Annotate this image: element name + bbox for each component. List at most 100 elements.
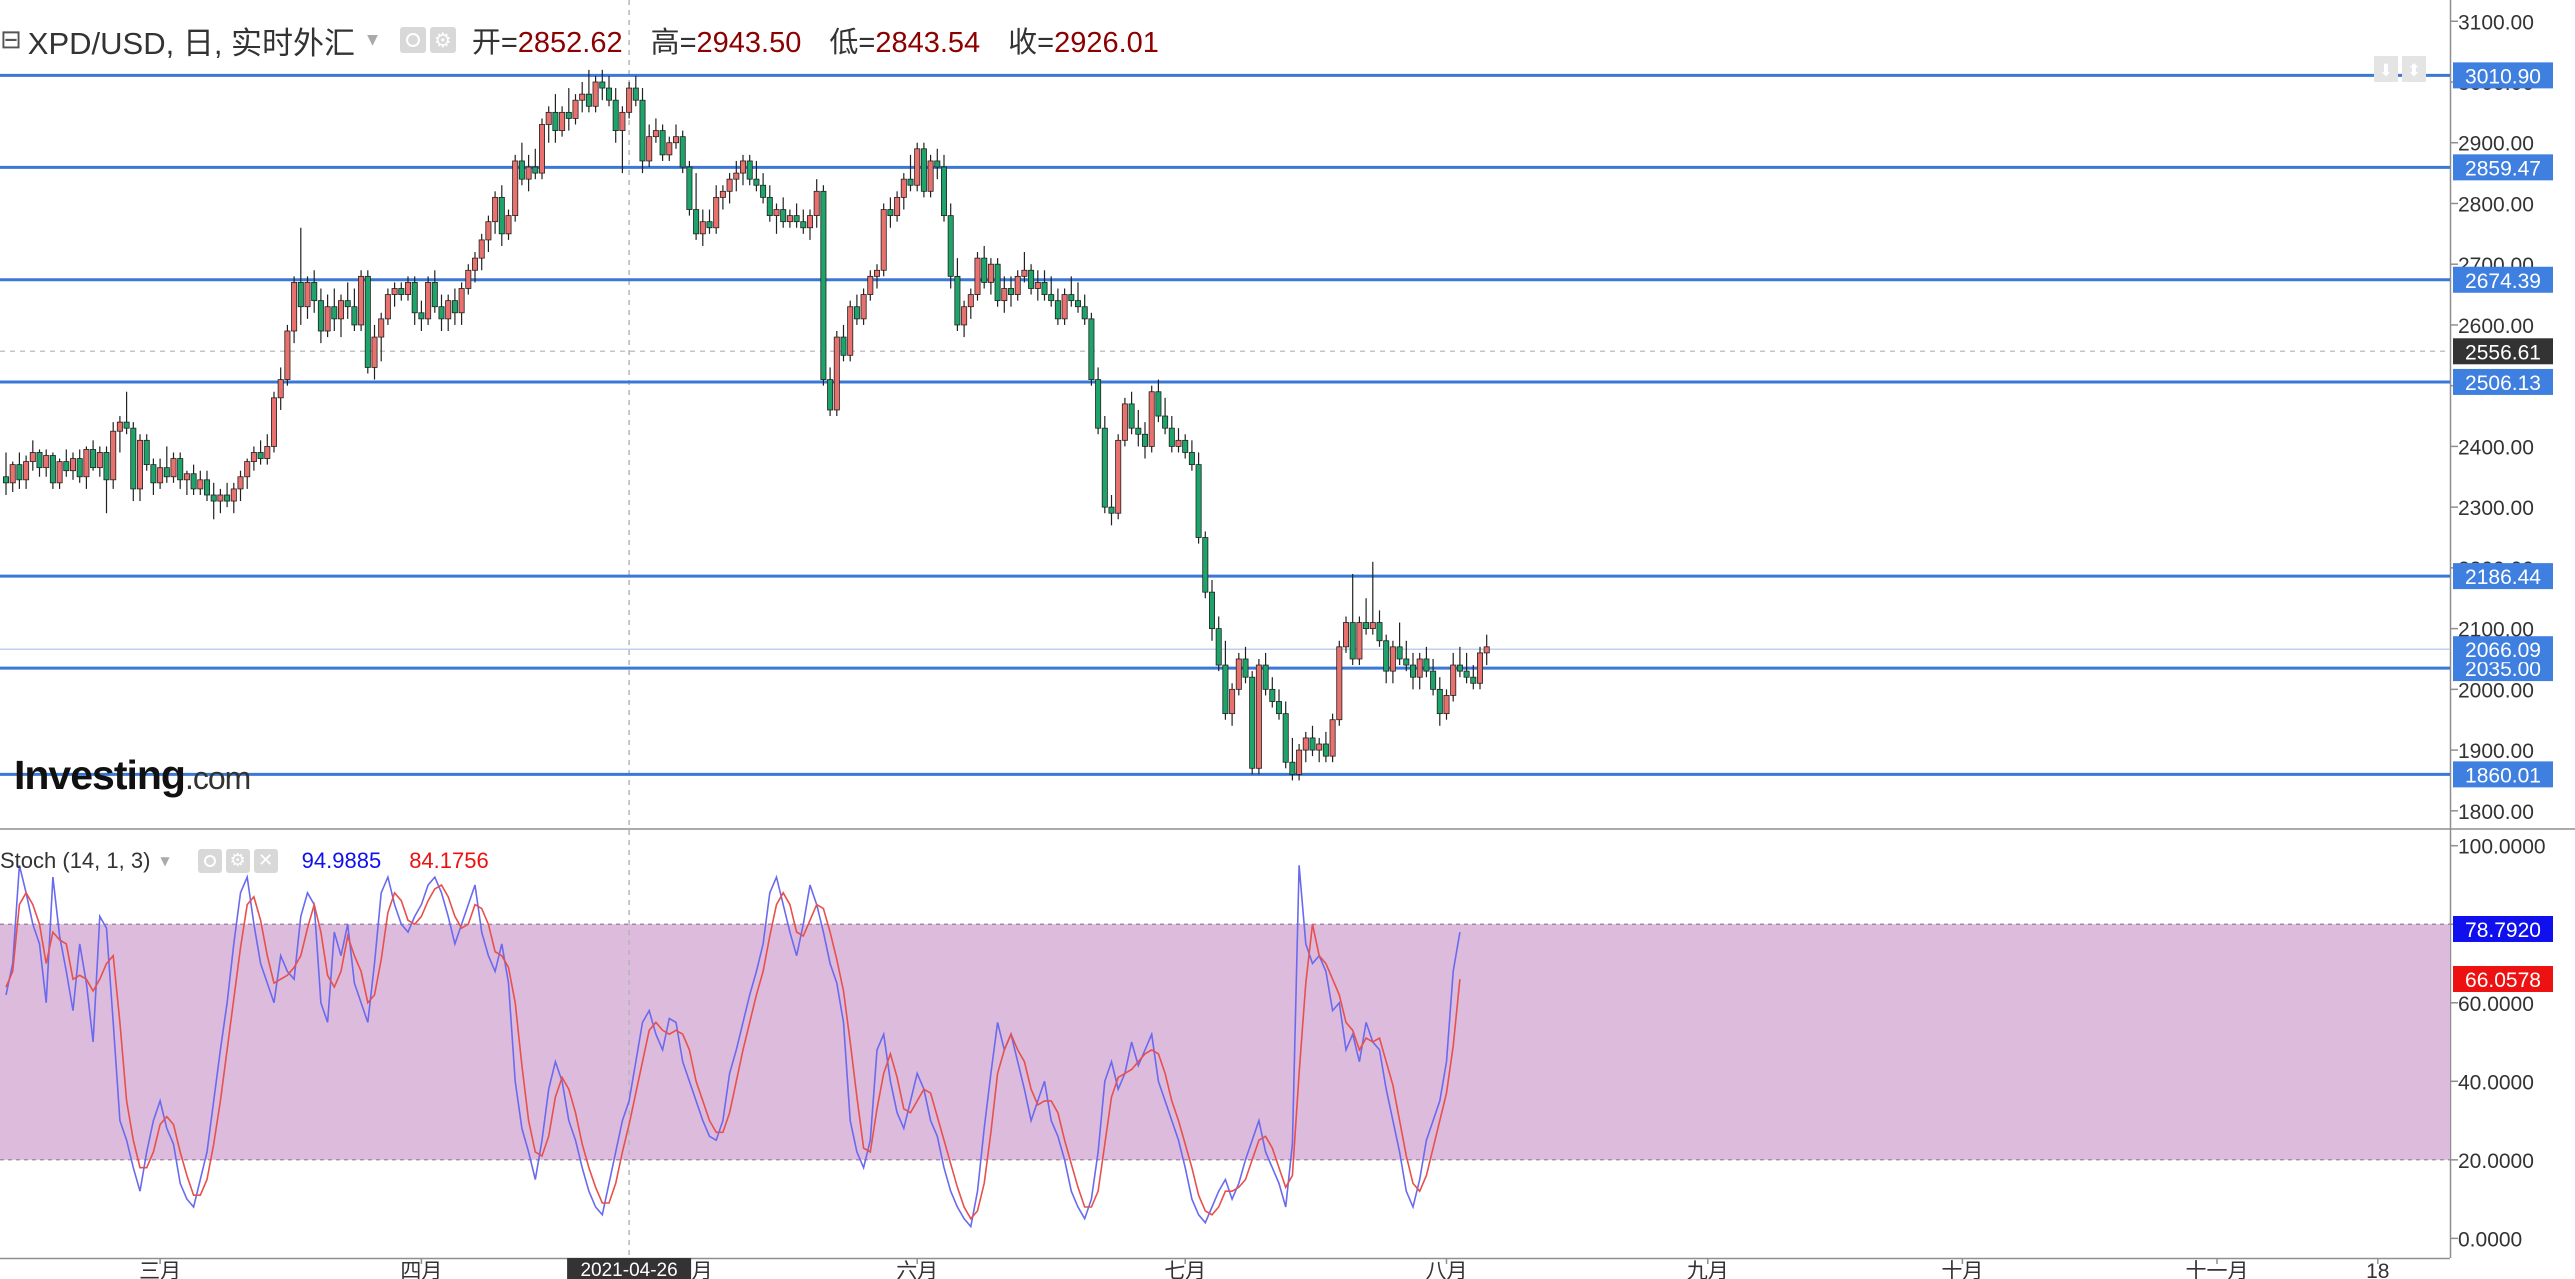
candle-body <box>1209 591 1216 630</box>
candle-body <box>9 464 16 484</box>
candle-body <box>1282 713 1289 763</box>
stoch-k-tag: 78.7920 <box>2465 919 2541 942</box>
candle <box>1336 640 1343 726</box>
candle-body <box>1175 439 1182 447</box>
collapse-icon[interactable]: ⊟ <box>0 25 22 55</box>
ohlc-close: 收=2926.01 <box>1008 19 1159 61</box>
cursor-date-label: 2021-04-26 <box>580 1260 677 1279</box>
candle-body <box>1142 433 1149 447</box>
candle-body <box>143 439 150 466</box>
candle-body <box>197 479 204 490</box>
candle-body <box>458 288 465 314</box>
candle <box>847 300 854 362</box>
ohlc-readout: 开=2852.62 高=2943.50 低=2843.54 收=2926.01 <box>472 19 1159 61</box>
candle-body <box>1148 391 1155 447</box>
candle-body <box>780 209 787 223</box>
candle-body <box>371 336 378 368</box>
gear-icon[interactable]: ⚙ <box>429 27 456 53</box>
candle-body <box>1356 622 1363 660</box>
candle-body <box>384 294 391 320</box>
gear-icon[interactable]: ⚙ <box>225 849 250 873</box>
candle <box>1255 658 1262 775</box>
stoch-title[interactable]: Stoch (14, 1, 3) <box>0 848 150 874</box>
candle-body <box>29 452 36 462</box>
ohlc-low: 低=2843.54 <box>829 19 980 61</box>
candle-body <box>1302 737 1309 751</box>
stoch-d-value: 84.1756 <box>409 848 489 873</box>
candle-body <box>331 306 338 320</box>
eye-icon[interactable] <box>399 27 426 53</box>
candle-body <box>90 449 97 469</box>
candle-body <box>1008 288 1015 295</box>
candle-body <box>1483 646 1490 654</box>
chart-canvas[interactable]: 1800.001900.002000.002100.002200.002300.… <box>0 0 2575 1279</box>
candle-body <box>1222 664 1229 715</box>
chevron-down-icon[interactable]: ▼ <box>160 854 169 868</box>
chevron-down-icon[interactable]: ▼ <box>367 32 378 48</box>
candle-body <box>666 142 673 156</box>
level-tag-6: 1860.01 <box>2465 764 2541 787</box>
candle-body <box>304 282 311 308</box>
logo-suffix: .com <box>184 760 251 796</box>
candle-body <box>291 282 298 332</box>
candle-body <box>512 160 519 217</box>
candle-body <box>606 87 613 101</box>
ohlc-low-value: 2843.54 <box>875 27 981 59</box>
candle-body <box>250 452 257 462</box>
candle-body <box>230 488 237 502</box>
candle-body <box>1450 664 1457 696</box>
candle-body <box>1028 269 1035 289</box>
candle <box>110 422 117 489</box>
candle-body <box>706 221 713 229</box>
candle-body <box>572 99 579 119</box>
candle-body <box>974 257 981 295</box>
candle-body <box>800 221 807 229</box>
candle-body <box>358 275 365 326</box>
time-tick-label: 八月 <box>1426 1260 1468 1279</box>
candle-body <box>96 452 103 469</box>
candle-body <box>471 257 478 271</box>
symbol-title[interactable]: XPD/USD, 日, 实时外汇 <box>28 18 355 63</box>
stoch-d-tag: 66.0578 <box>2465 969 2541 992</box>
candle-body <box>673 136 680 144</box>
candle-body <box>1215 628 1222 666</box>
candle-body <box>76 458 83 478</box>
candle <box>1356 616 1363 666</box>
candle-body <box>693 209 700 235</box>
candle-body <box>840 336 847 356</box>
candle-body <box>364 275 371 368</box>
candle-body <box>1456 664 1463 672</box>
candle-body <box>927 160 934 192</box>
candle <box>679 130 686 174</box>
candle-body <box>1021 269 1028 277</box>
candle-body <box>920 148 927 192</box>
candle-body <box>967 294 974 308</box>
candle-body <box>552 111 559 131</box>
candle-body <box>793 215 800 223</box>
candle-body <box>49 455 56 484</box>
candle-body <box>391 288 398 295</box>
candle <box>820 185 827 386</box>
eye-icon[interactable] <box>197 849 222 873</box>
candle <box>284 324 291 386</box>
investing-logo[interactable]: Investing.com <box>14 752 251 799</box>
candle-body <box>1182 439 1189 453</box>
candle-body <box>518 160 525 180</box>
stoch-k-value: 94.9885 <box>301 848 382 873</box>
candle-body <box>686 166 693 210</box>
candle-body <box>297 282 304 308</box>
candle <box>1088 312 1095 386</box>
candle-body <box>465 269 472 289</box>
close-icon[interactable]: ✕ <box>253 849 278 873</box>
price-tick-label: 1900.00 <box>2458 740 2534 763</box>
candle-body <box>1470 676 1477 684</box>
candle-body <box>753 178 760 186</box>
candle-body <box>585 93 592 107</box>
candle <box>358 270 365 332</box>
time-tick-label: 三月 <box>139 1260 181 1279</box>
candle-body <box>847 306 854 356</box>
candle-body <box>579 93 586 101</box>
candle-body <box>485 221 492 241</box>
candle-body <box>217 494 224 502</box>
last-price-tag: 2066.09 <box>2465 639 2541 662</box>
